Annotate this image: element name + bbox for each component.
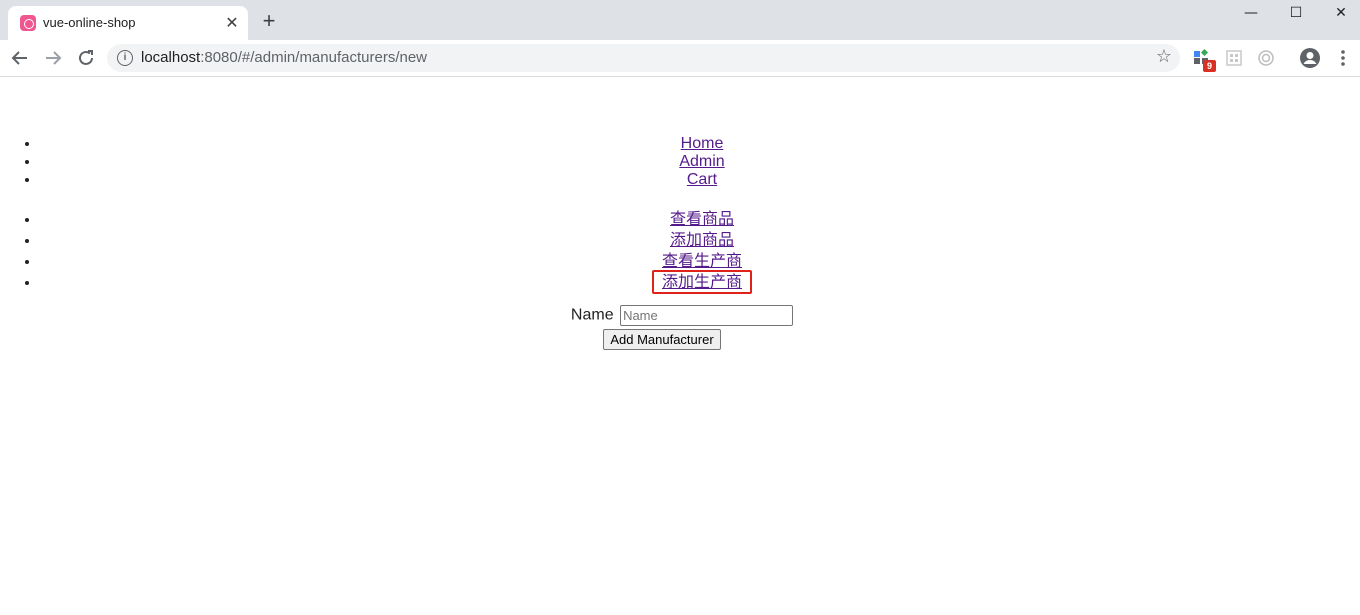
forward-button[interactable] (39, 44, 67, 72)
profile-icon[interactable] (1299, 46, 1323, 70)
nav-item-home: Home (40, 135, 1360, 153)
browser-tab[interactable]: vue-online-shop ✕ (8, 6, 248, 40)
nav-item-admin: Admin (40, 153, 1360, 171)
address-bar[interactable]: i localhost:8080/#/admin/manufacturers/n… (107, 44, 1180, 72)
target-extension-icon[interactable] (1256, 46, 1280, 70)
forward-arrow-icon (46, 51, 62, 65)
qr-extension-icon[interactable] (1224, 46, 1248, 70)
add-manufacturer-button[interactable]: Add Manufacturer (603, 329, 721, 350)
page-content: Home Admin Cart 查看商品 添加商品 查看生产商 添加生产商 Na… (0, 77, 1360, 615)
manufacturer-form: Name Add Manufacturer (0, 305, 1360, 350)
nav-link-home[interactable]: Home (681, 135, 724, 152)
admin-nav-item-view-products: 查看商品 (40, 209, 1360, 230)
extension-badge: 9 (1203, 60, 1216, 72)
name-input[interactable] (620, 305, 794, 326)
highlight-box (652, 270, 752, 294)
tab-close-icon[interactable]: ✕ (222, 13, 242, 33)
url-text[interactable]: localhost:8080/#/admin/manufacturers/new (141, 49, 427, 66)
new-tab-button[interactable]: + (256, 8, 282, 34)
vue-favicon-icon (20, 15, 36, 31)
close-window-button[interactable]: ✕ (1318, 0, 1360, 28)
main-nav: Home Admin Cart (0, 135, 1360, 189)
admin-link-view-manufacturers[interactable]: 查看生产商 (662, 253, 742, 270)
back-arrow-icon (11, 51, 27, 65)
tab-strip: vue-online-shop ✕ + — ☐ ✕ (0, 0, 1360, 40)
tab-title: vue-online-shop (43, 15, 136, 30)
star-icon[interactable]: ☆ (1156, 46, 1172, 67)
admin-nav-item-add-product: 添加商品 (40, 230, 1360, 251)
minimize-button[interactable]: — (1228, 0, 1274, 28)
nav-link-admin[interactable]: Admin (679, 153, 724, 170)
nav-link-cart[interactable]: Cart (687, 171, 717, 188)
maximize-button[interactable]: ☐ (1273, 0, 1319, 28)
info-icon[interactable]: i (117, 50, 133, 66)
reload-icon (79, 50, 93, 65)
menu-dots-icon[interactable] (1333, 46, 1357, 70)
nav-item-cart: Cart (40, 171, 1360, 189)
admin-nav-item-view-manufacturers: 查看生产商 (40, 251, 1360, 272)
reload-button[interactable] (72, 44, 100, 72)
back-button[interactable] (6, 44, 34, 72)
name-label: Name (570, 306, 614, 324)
browser-toolbar: i localhost:8080/#/admin/manufacturers/n… (0, 40, 1360, 77)
admin-link-view-products[interactable]: 查看商品 (670, 211, 734, 228)
admin-link-add-product[interactable]: 添加商品 (670, 232, 734, 249)
